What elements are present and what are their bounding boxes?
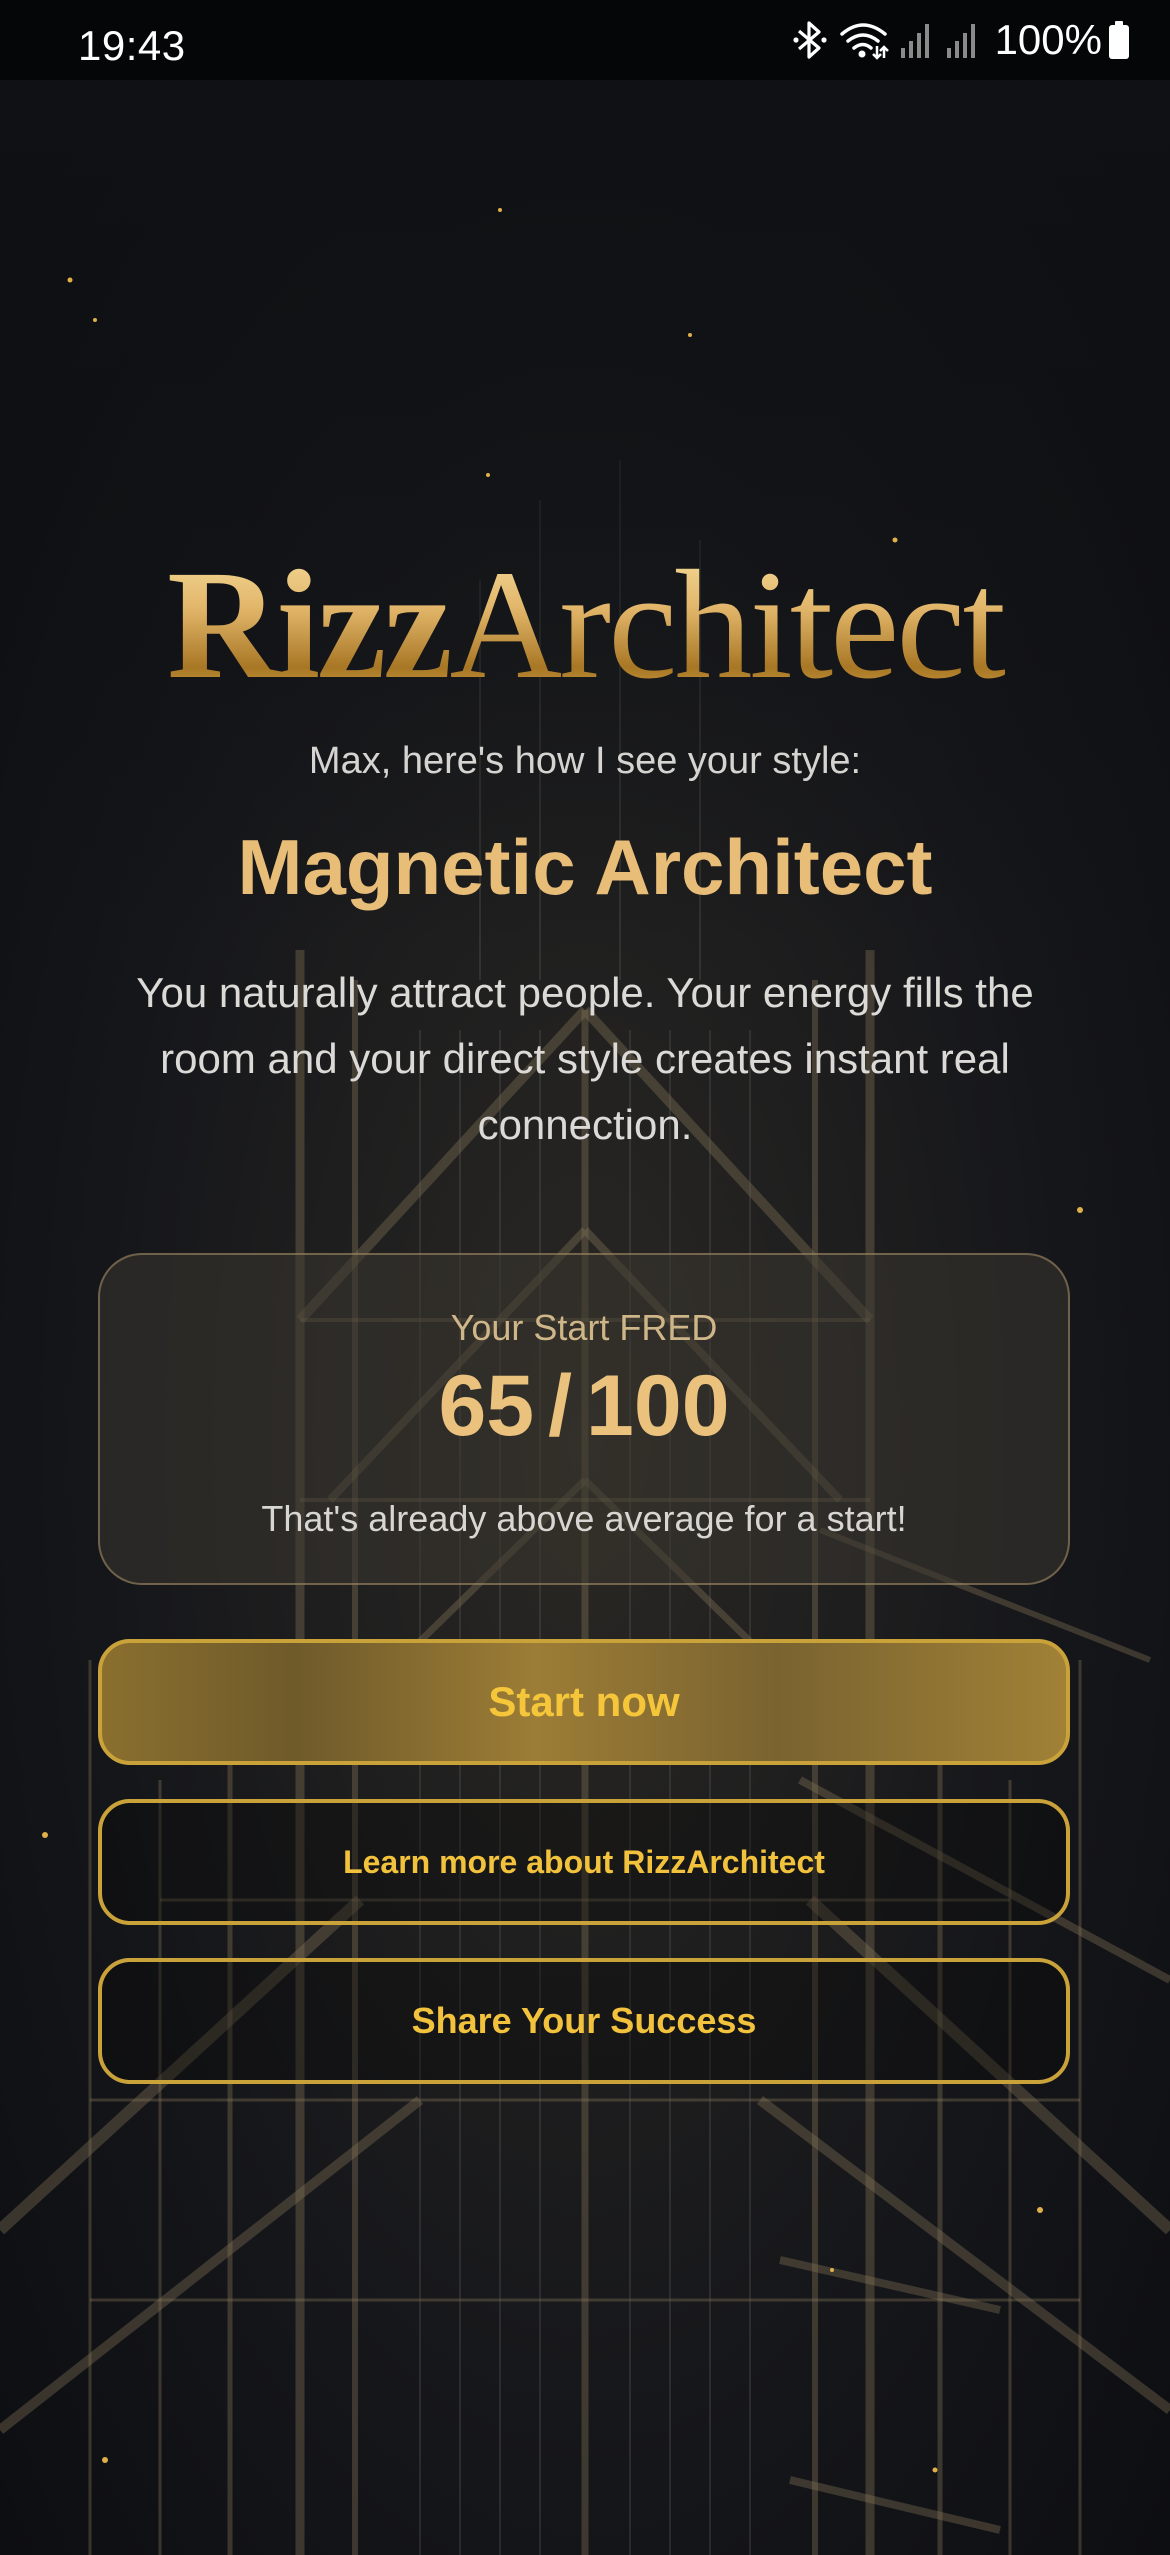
status-time: 19:43 — [78, 22, 186, 69]
result-screen: RizzArchitect Max, here's how I see your… — [0, 80, 1170, 2555]
learn-more-button[interactable]: Learn more about RizzArchitect — [98, 1799, 1070, 1925]
score-separator: / — [548, 1358, 573, 1454]
score-value: 65/100 — [100, 1357, 1068, 1456]
score-label: Your Start FRED — [450, 1307, 718, 1348]
signal-icon — [946, 24, 975, 58]
score-note: That's already above average for a start… — [261, 1498, 907, 1539]
score-card: Your Start FRED 65/100 That's already ab… — [98, 1253, 1070, 1585]
battery-icon — [1109, 21, 1129, 59]
style-title: Magnetic Architect — [237, 823, 933, 911]
battery-percent: 100% — [994, 16, 1102, 63]
start-now-button[interactable]: Start now — [98, 1639, 1070, 1765]
wifi-icon — [839, 23, 889, 60]
bluetooth-icon — [792, 21, 827, 59]
style-description: You naturally attract people. Your energ… — [136, 969, 1034, 1148]
app-logo: RizzArchitect — [0, 540, 1170, 710]
logo-part-architect: Architect — [449, 538, 1003, 711]
share-success-button[interactable]: Share Your Success — [98, 1958, 1070, 2084]
status-bar: 19:43 100% — [0, 0, 1170, 80]
status-icons: 100% — [792, 16, 1130, 63]
score-current: 65 — [438, 1358, 535, 1454]
logo-part-rizz: Rizz — [167, 538, 450, 711]
greeting-text: Max, here's how I see your style: — [308, 740, 862, 782]
signal-icon — [900, 24, 929, 58]
score-max: 100 — [586, 1358, 730, 1454]
